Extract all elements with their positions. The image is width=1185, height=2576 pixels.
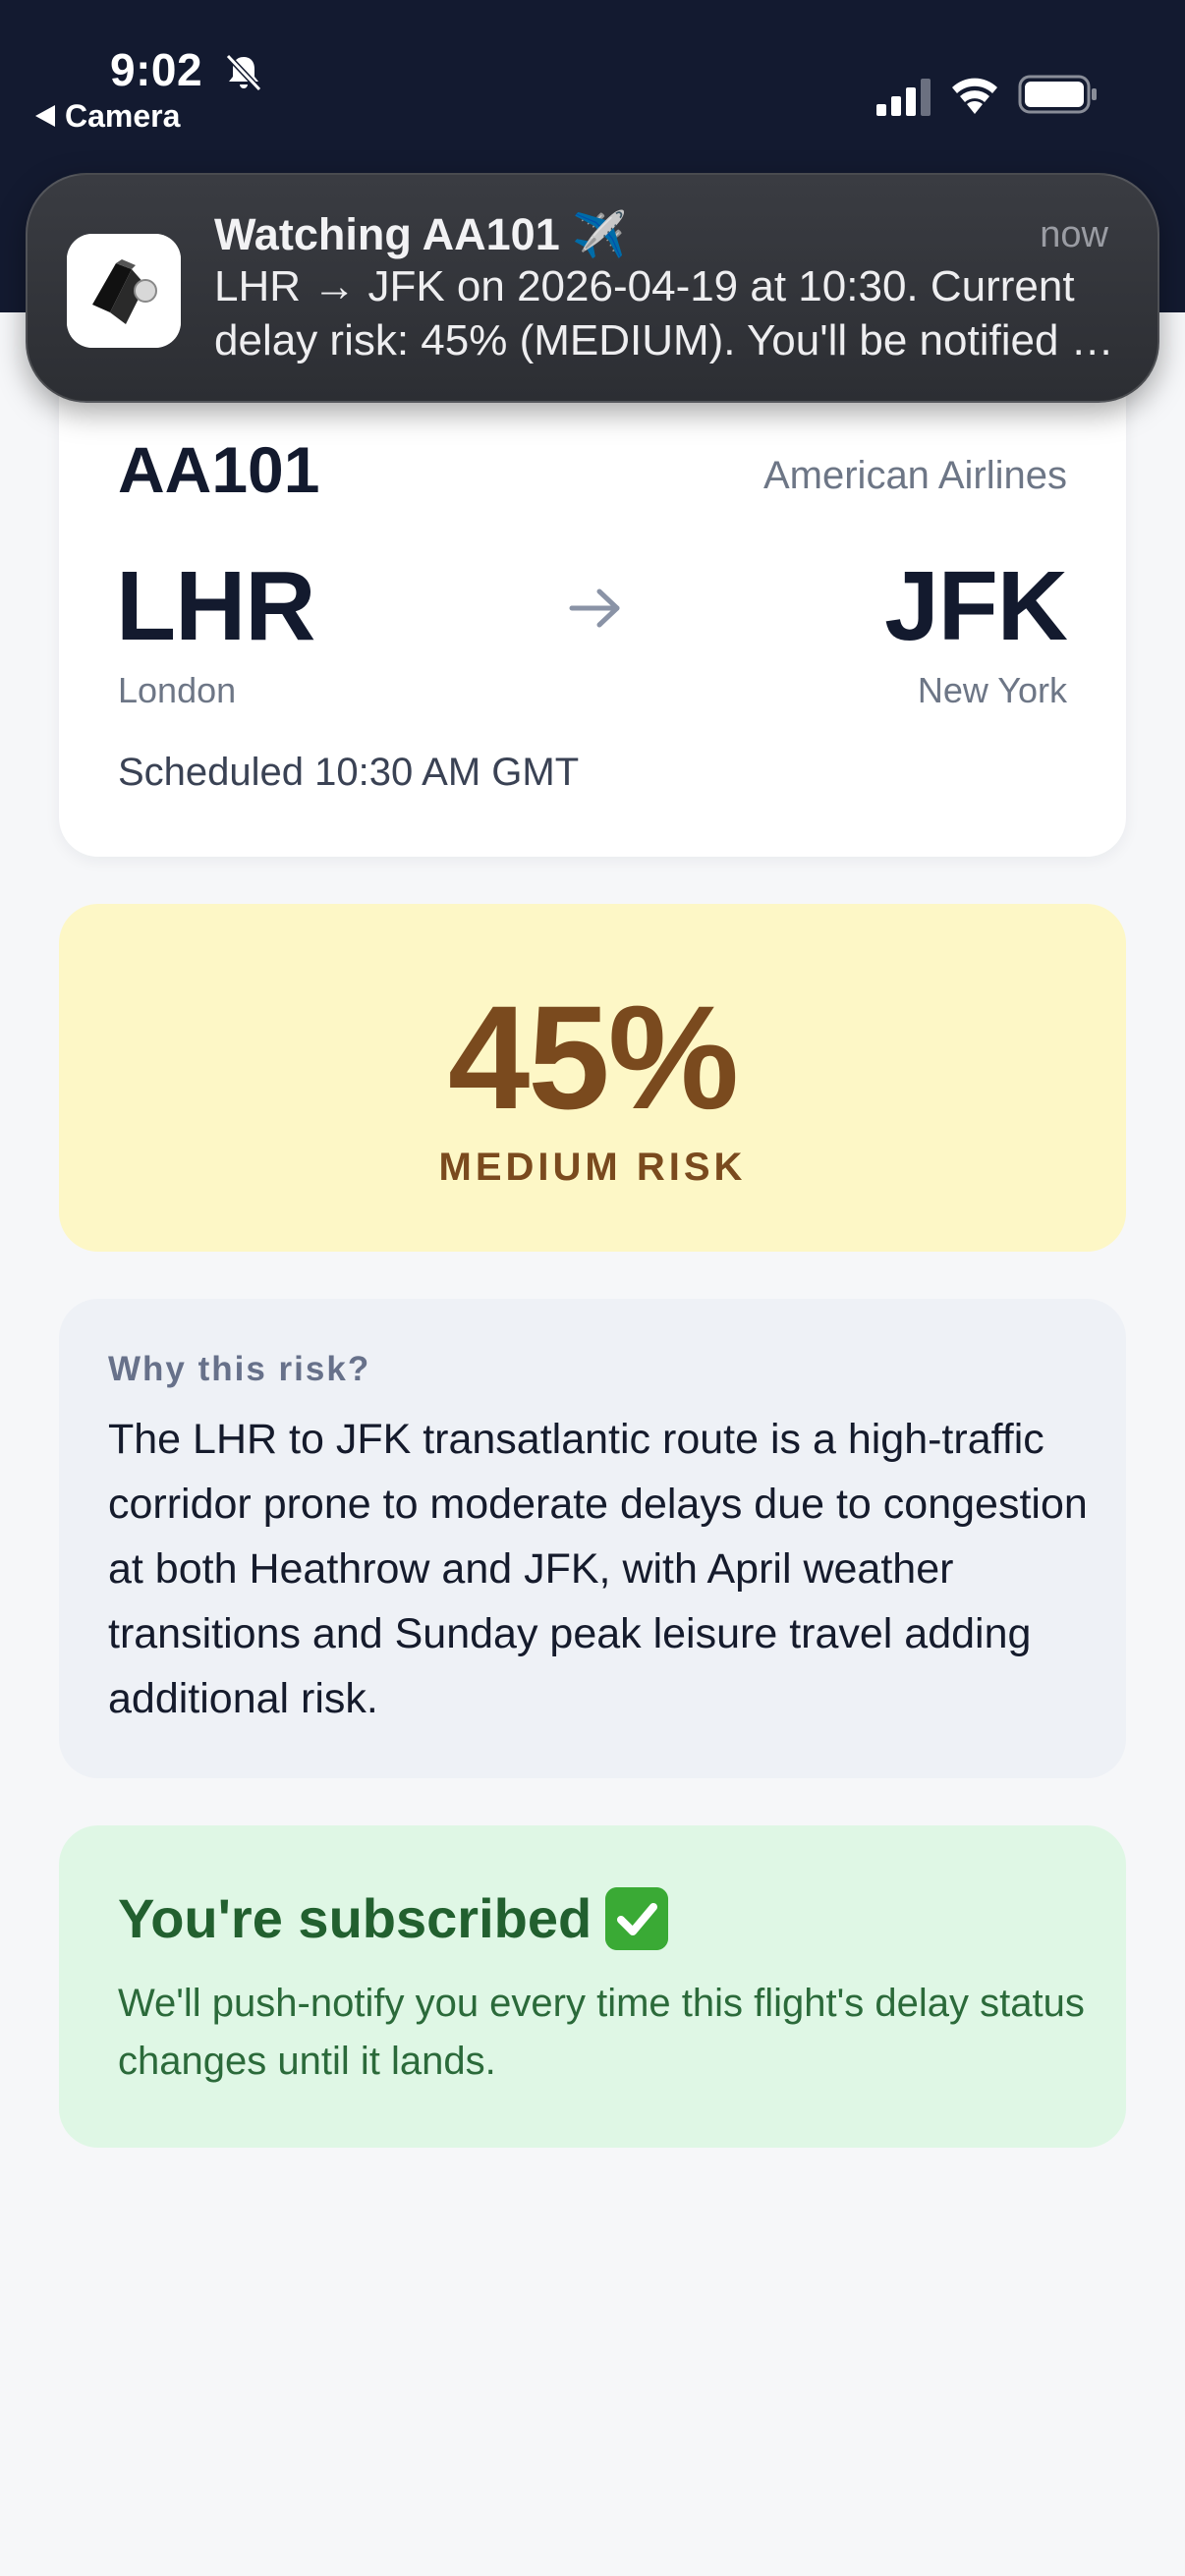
subscription-card: You're subscribed We'll push-notify you … bbox=[59, 1825, 1126, 2148]
subscription-title: You're subscribed bbox=[118, 1886, 669, 1950]
explanation-heading: Why this risk? bbox=[108, 1350, 371, 1388]
origin-city: London bbox=[118, 670, 237, 710]
cellular-signal-icon bbox=[876, 79, 931, 116]
flight-number: AA101 bbox=[118, 433, 320, 506]
risk-percentage: 45% bbox=[447, 975, 739, 1140]
battery-icon bbox=[1018, 75, 1097, 114]
delay-risk-card: 45% MEDIUM RISK bbox=[59, 904, 1126, 1252]
arrow-right-icon bbox=[569, 588, 620, 628]
notification-title: Watching AA101 ✈️ bbox=[214, 209, 628, 259]
notification-time: now bbox=[1040, 214, 1108, 255]
app-logo-icon bbox=[67, 234, 181, 348]
back-label: Camera bbox=[65, 97, 181, 134]
scheduled-time: Scheduled 10:30 AM GMT bbox=[118, 751, 580, 794]
wifi-icon bbox=[952, 78, 997, 114]
notification-body: LHR → JFK on 2026-04-19 at 10:30. Curren… bbox=[214, 262, 1107, 364]
risk-level-label: MEDIUM RISK bbox=[438, 1146, 747, 1189]
back-to-camera-button[interactable]: Camera bbox=[35, 96, 180, 136]
app-icon bbox=[67, 234, 181, 348]
explanation-text: The LHR to JFK transatlantic route is a … bbox=[108, 1416, 1088, 1722]
silent-bell-icon bbox=[225, 53, 262, 92]
back-triangle-icon bbox=[35, 105, 55, 127]
status-time: 9:02 bbox=[110, 44, 203, 95]
push-notification-banner[interactable]: Watching AA101 ✈️ now LHR → JFK on 2026-… bbox=[26, 173, 1159, 403]
destination-airport-code: JFK bbox=[884, 551, 1068, 661]
destination-city: New York bbox=[917, 670, 1067, 710]
risk-explanation-card: Why this risk? The LHR to JFK transatlan… bbox=[59, 1299, 1126, 1778]
flight-card: AA101 American Airlines LHR JFK London N… bbox=[59, 354, 1126, 857]
airline-name: American Airlines bbox=[762, 454, 1067, 497]
origin-airport-code: LHR bbox=[116, 551, 316, 661]
subscription-title-text: You're subscribed bbox=[118, 1887, 592, 1949]
subscription-text: We'll push-notify you every time this fl… bbox=[118, 1982, 1085, 2083]
check-mark-icon bbox=[605, 1886, 669, 1950]
